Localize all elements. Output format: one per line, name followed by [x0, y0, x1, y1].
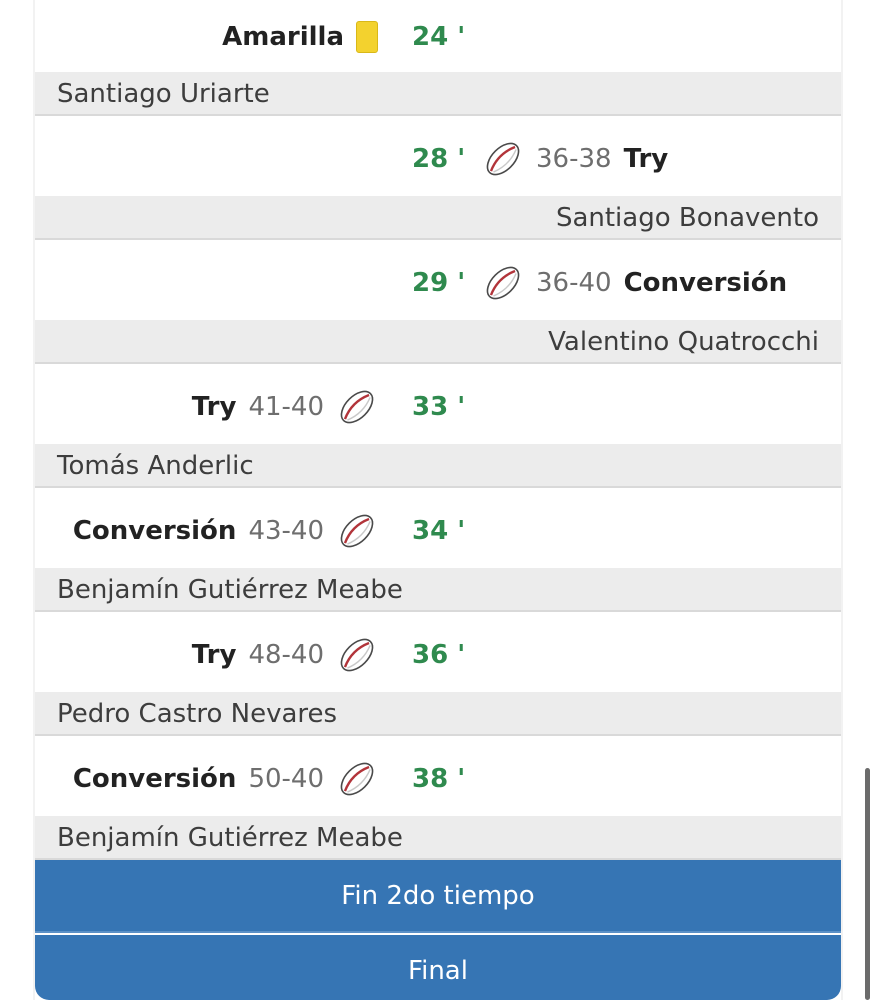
event-score: 43-40	[248, 516, 324, 546]
timeline-event: Conversión 50-40 38 '	[35, 742, 841, 816]
fin-2do-tiempo-button[interactable]: Fin 2do tiempo	[35, 860, 841, 933]
event-type: Conversión	[623, 268, 788, 298]
player-name: Benjamín Gutiérrez Meabe	[57, 823, 403, 853]
event-info: Conversión 43-40	[73, 494, 378, 568]
event-info: Try 48-40	[192, 618, 378, 692]
player-name: Santiago Bonavento	[555, 203, 819, 233]
player-row: Tomás Anderlic	[35, 444, 841, 488]
event-minute: 28 '	[412, 144, 466, 174]
event-type: Try	[191, 392, 237, 422]
timeline-event: Amarilla 24 '	[35, 0, 841, 74]
timeline-event: 29 ' 36-40 Conversión	[35, 246, 841, 320]
player-name: Tomás Anderlic	[57, 451, 254, 481]
player-name: Benjamín Gutiérrez Meabe	[57, 575, 403, 605]
event-type: Amarilla	[222, 22, 344, 52]
event-type: Try	[191, 640, 237, 670]
event-info: 36-38 Try	[482, 122, 668, 196]
event-minute: 36 '	[412, 640, 466, 670]
player-row: Benjamín Gutiérrez Meabe	[35, 568, 841, 612]
player-row: Santiago Uriarte	[35, 72, 841, 116]
player-row: Valentino Quatrocchi	[35, 320, 841, 364]
event-minute: 29 '	[412, 268, 466, 298]
card-border-right	[841, 0, 843, 1000]
timeline-event: Try 41-40 33 '	[35, 370, 841, 444]
event-type: Try	[623, 144, 669, 174]
event-type: Conversión	[72, 764, 237, 794]
scrollbar[interactable]	[865, 768, 870, 1000]
rugby-ball-icon	[336, 510, 378, 552]
event-score: 48-40	[248, 640, 324, 670]
player-row: Pedro Castro Nevares	[35, 692, 841, 736]
final-button[interactable]: Final	[35, 935, 841, 1000]
event-score: 41-40	[248, 392, 324, 422]
player-row: Benjamín Gutiérrez Meabe	[35, 816, 841, 860]
timeline-event: Try 48-40 36 '	[35, 618, 841, 692]
event-minute: 34 '	[412, 516, 466, 546]
yellow-card-icon	[356, 21, 378, 53]
player-row: Santiago Bonavento	[35, 196, 841, 240]
event-info: Amarilla	[222, 0, 378, 74]
event-score: 50-40	[248, 764, 324, 794]
timeline-event: 28 ' 36-38 Try	[35, 122, 841, 196]
event-score: 36-40	[536, 268, 612, 298]
rugby-ball-icon	[336, 386, 378, 428]
rugby-ball-icon	[482, 262, 524, 304]
timeline-event: Conversión 43-40 34 '	[35, 494, 841, 568]
event-minute: 24 '	[412, 22, 466, 52]
rugby-ball-icon	[336, 758, 378, 800]
player-name: Pedro Castro Nevares	[57, 699, 338, 729]
event-info: Conversión 50-40	[73, 742, 378, 816]
rugby-ball-icon	[482, 138, 524, 180]
player-name: Valentino Quatrocchi	[548, 327, 819, 357]
event-score: 36-38	[536, 144, 612, 174]
event-info: 36-40 Conversión	[482, 246, 787, 320]
event-info: Try 41-40	[192, 370, 378, 444]
event-type: Conversión	[72, 516, 237, 546]
rugby-ball-icon	[336, 634, 378, 676]
event-minute: 38 '	[412, 764, 466, 794]
match-timeline: Amarilla 24 ' Santiago Uriarte 28 ' 36-3…	[35, 0, 841, 1000]
player-name: Santiago Uriarte	[57, 79, 270, 109]
event-minute: 33 '	[412, 392, 466, 422]
